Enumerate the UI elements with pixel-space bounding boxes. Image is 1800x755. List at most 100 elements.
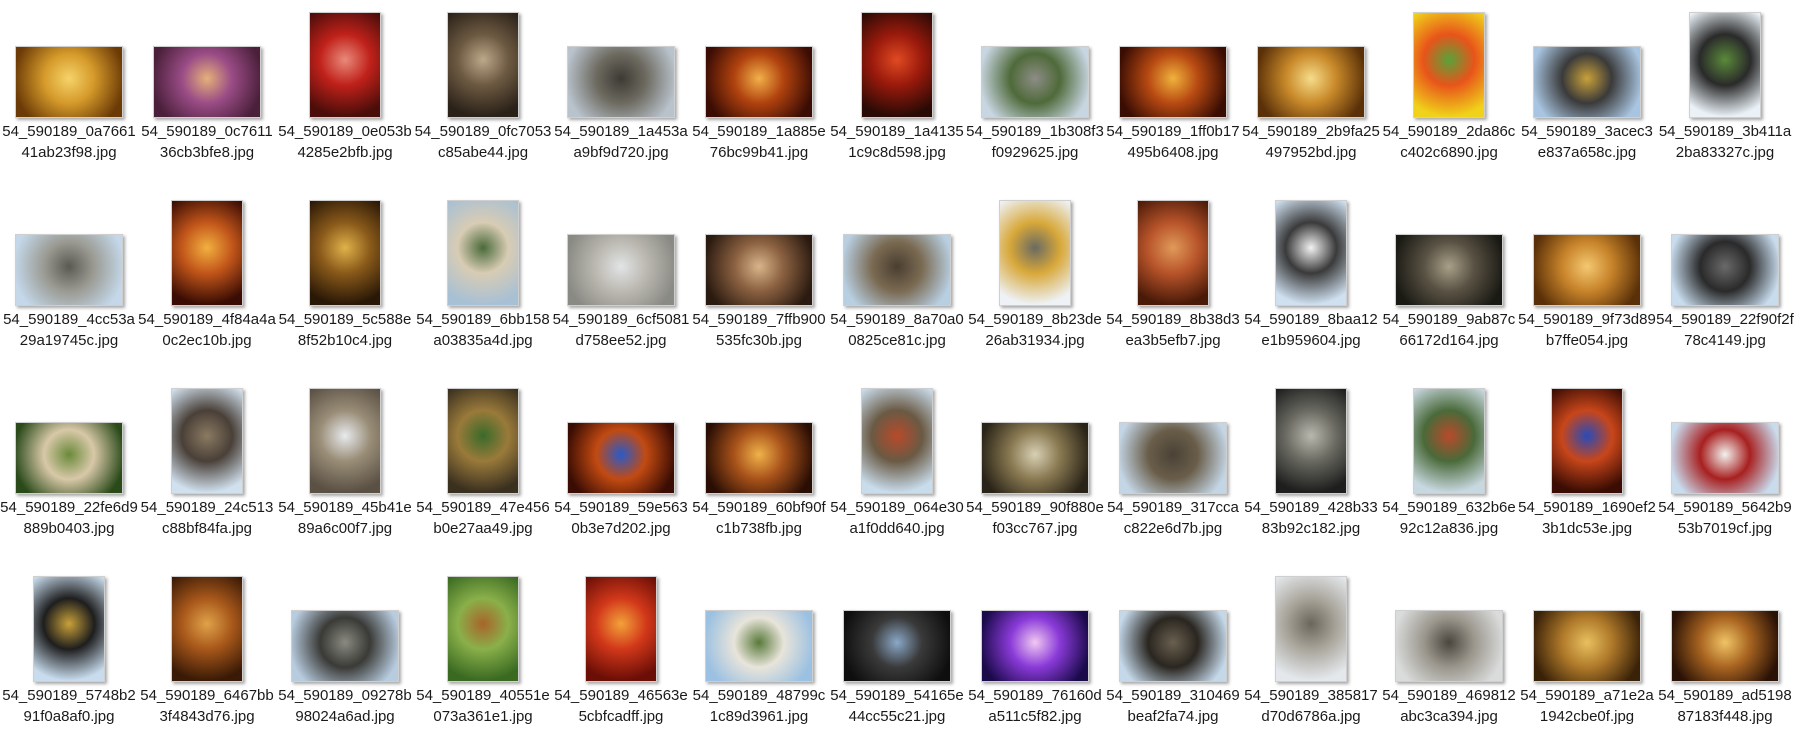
file-name: 54_590189_8a70a00825ce81c.jpg bbox=[830, 311, 964, 349]
file-item[interactable]: 54_590189_59e5630b3e7d202.jpg bbox=[552, 376, 690, 562]
file-item[interactable]: 54_590189_0a766141ab23f98.jpg bbox=[0, 0, 138, 186]
file-item[interactable]: 54_590189_064e30a1f0dd640.jpg bbox=[828, 376, 966, 562]
file-name: 54_590189_0e053b4285e2bfb.jpg bbox=[278, 123, 412, 161]
image-thumbnail bbox=[1533, 46, 1641, 118]
file-item[interactable]: 54_590189_428b3383b92c182.jpg bbox=[1242, 376, 1380, 562]
file-item[interactable]: 54_590189_54165e44cc55c21.jpg bbox=[828, 564, 966, 750]
thumbnail-area bbox=[1518, 376, 1656, 496]
file-item[interactable]: 54_590189_1a41351c9c8d598.jpg bbox=[828, 0, 966, 186]
file-name: 54_590189_9ab87c66172d164.jpg bbox=[1382, 311, 1516, 349]
file-item[interactable]: 54_590189_5642b953b7019cf.jpg bbox=[1656, 376, 1794, 562]
file-item[interactable]: 54_590189_1b308f3f0929625.jpg bbox=[966, 0, 1104, 186]
file-item[interactable]: 54_590189_8baa12e1b959604.jpg bbox=[1242, 188, 1380, 374]
file-item[interactable]: 54_590189_22fe6d9889b0403.jpg bbox=[0, 376, 138, 562]
file-item[interactable]: 54_590189_1690ef23b1dc53e.jpg bbox=[1518, 376, 1656, 562]
file-item[interactable]: 54_590189_90f880ef03cc767.jpg bbox=[966, 376, 1104, 562]
image-thumbnail bbox=[981, 46, 1089, 118]
file-item[interactable]: 54_590189_76160da511c5f82.jpg bbox=[966, 564, 1104, 750]
image-thumbnail bbox=[861, 12, 933, 118]
file-item[interactable]: 54_590189_8a70a00825ce81c.jpg bbox=[828, 188, 966, 374]
file-item[interactable]: 54_590189_6467bb3f4843d76.jpg bbox=[138, 564, 276, 750]
thumbnail-area bbox=[1380, 376, 1518, 496]
file-item[interactable]: 54_590189_45b41e89a6c00f7.jpg bbox=[276, 376, 414, 562]
file-item[interactable]: 54_590189_22f90f2f78c4149.jpg bbox=[1656, 188, 1794, 374]
file-item[interactable]: 54_590189_317ccac822e6d7b.jpg bbox=[1104, 376, 1242, 562]
file-item[interactable]: 54_590189_4cc53a29a19745c.jpg bbox=[0, 188, 138, 374]
file-name: 54_590189_1a41351c9c8d598.jpg bbox=[830, 123, 964, 161]
image-thumbnail bbox=[1395, 610, 1503, 682]
thumbnail-area bbox=[1242, 0, 1380, 120]
file-name: 54_590189_5c588e8f52b10c4.jpg bbox=[278, 311, 412, 349]
file-item[interactable]: 54_590189_9ab87c66172d164.jpg bbox=[1380, 188, 1518, 374]
file-item[interactable]: 54_590189_0c761136cb3bfe8.jpg bbox=[138, 0, 276, 186]
image-thumbnail bbox=[981, 610, 1089, 682]
file-item[interactable]: 54_590189_60bf90fc1b738fb.jpg bbox=[690, 376, 828, 562]
image-thumbnail bbox=[153, 46, 261, 118]
file-item[interactable]: 54_590189_4f84a4a0c2ec10b.jpg bbox=[138, 188, 276, 374]
file-item[interactable]: 54_590189_7ffb900535fc30b.jpg bbox=[690, 188, 828, 374]
file-item[interactable]: 54_590189_1a885e76bc99b41.jpg bbox=[690, 0, 828, 186]
file-item[interactable]: 54_590189_3b411a2ba83327c.jpg bbox=[1656, 0, 1794, 186]
file-name: 54_590189_317ccac822e6d7b.jpg bbox=[1107, 499, 1239, 537]
image-thumbnail bbox=[585, 576, 657, 682]
file-name: 54_590189_ad519887183f448.jpg bbox=[1658, 687, 1792, 725]
file-name: 54_590189_428b3383b92c182.jpg bbox=[1244, 499, 1378, 537]
file-item[interactable]: 54_590189_8b38d3ea3b5efb7.jpg bbox=[1104, 188, 1242, 374]
file-item[interactable]: 54_590189_385817d70d6786a.jpg bbox=[1242, 564, 1380, 750]
file-name: 54_590189_90f880ef03cc767.jpg bbox=[966, 499, 1104, 537]
file-item[interactable]: 54_590189_310469beaf2fa74.jpg bbox=[1104, 564, 1242, 750]
file-item[interactable]: 54_590189_6bb158a03835a4d.jpg bbox=[414, 188, 552, 374]
file-item[interactable]: 54_590189_24c513c88bf84fa.jpg bbox=[138, 376, 276, 562]
file-item[interactable]: 54_590189_469812abc3ca394.jpg bbox=[1380, 564, 1518, 750]
image-thumbnail bbox=[1275, 576, 1347, 682]
file-item[interactable]: 54_590189_a71e2a1942cbe0f.jpg bbox=[1518, 564, 1656, 750]
image-thumbnail bbox=[309, 12, 381, 118]
file-item[interactable]: 54_590189_40551e073a361e1.jpg bbox=[414, 564, 552, 750]
thumbnail-area bbox=[138, 564, 276, 684]
file-item[interactable]: 54_590189_ad519887183f448.jpg bbox=[1656, 564, 1794, 750]
thumbnail-area bbox=[690, 0, 828, 120]
file-name: 54_590189_60bf90fc1b738fb.jpg bbox=[692, 499, 826, 537]
image-thumbnail bbox=[1119, 422, 1227, 494]
file-item[interactable]: 54_590189_8b23de26ab31934.jpg bbox=[966, 188, 1104, 374]
thumbnail-area bbox=[690, 564, 828, 684]
image-thumbnail bbox=[447, 12, 519, 118]
thumbnail-area bbox=[1656, 376, 1794, 496]
file-item[interactable]: 54_590189_0fc7053c85abe44.jpg bbox=[414, 0, 552, 186]
file-item[interactable]: 54_590189_5c588e8f52b10c4.jpg bbox=[276, 188, 414, 374]
file-item[interactable]: 54_590189_9f73d89b7ffe054.jpg bbox=[1518, 188, 1656, 374]
file-item[interactable]: 54_590189_48799c1c89d3961.jpg bbox=[690, 564, 828, 750]
file-item[interactable]: 54_590189_0e053b4285e2bfb.jpg bbox=[276, 0, 414, 186]
file-item[interactable]: 54_590189_3acec3e837a658c.jpg bbox=[1518, 0, 1656, 186]
file-item[interactable]: 54_590189_1a453aa9bf9d720.jpg bbox=[552, 0, 690, 186]
image-thumbnail bbox=[1275, 388, 1347, 494]
file-item[interactable]: 54_590189_1ff0b17495b6408.jpg bbox=[1104, 0, 1242, 186]
image-thumbnail bbox=[1671, 422, 1779, 494]
image-thumbnail bbox=[1533, 610, 1641, 682]
file-item[interactable]: 54_590189_632b6e92c12a836.jpg bbox=[1380, 376, 1518, 562]
file-item[interactable]: 54_590189_2da86cc402c6890.jpg bbox=[1380, 0, 1518, 186]
thumbnail-area bbox=[0, 564, 138, 684]
image-thumbnail bbox=[1689, 12, 1761, 118]
thumbnail-area bbox=[966, 188, 1104, 308]
file-item[interactable]: 54_590189_2b9fa25497952bd.jpg bbox=[1242, 0, 1380, 186]
file-item[interactable]: 54_590189_09278b98024a6ad.jpg bbox=[276, 564, 414, 750]
file-name: 54_590189_1b308f3f0929625.jpg bbox=[966, 123, 1104, 161]
file-name: 54_590189_0c761136cb3bfe8.jpg bbox=[141, 123, 273, 161]
file-item[interactable]: 54_590189_5748b291f0a8af0.jpg bbox=[0, 564, 138, 750]
image-thumbnail bbox=[1671, 610, 1779, 682]
image-thumbnail bbox=[171, 576, 243, 682]
file-item[interactable]: 54_590189_6cf5081d758ee52.jpg bbox=[552, 188, 690, 374]
file-item[interactable]: 54_590189_46563e5cbfcadff.jpg bbox=[552, 564, 690, 750]
thumbnail-area bbox=[1656, 0, 1794, 120]
image-thumbnail bbox=[843, 234, 951, 306]
image-thumbnail bbox=[33, 576, 105, 682]
thumbnail-area bbox=[828, 564, 966, 684]
file-name: 54_590189_6cf5081d758ee52.jpg bbox=[552, 311, 690, 349]
thumbnail-area bbox=[552, 0, 690, 120]
image-thumbnail bbox=[705, 610, 813, 682]
thumbnail-area bbox=[1104, 376, 1242, 496]
file-name: 54_590189_76160da511c5f82.jpg bbox=[968, 687, 1102, 725]
thumbnail-area bbox=[1242, 188, 1380, 308]
file-item[interactable]: 54_590189_47e456b0e27aa49.jpg bbox=[414, 376, 552, 562]
